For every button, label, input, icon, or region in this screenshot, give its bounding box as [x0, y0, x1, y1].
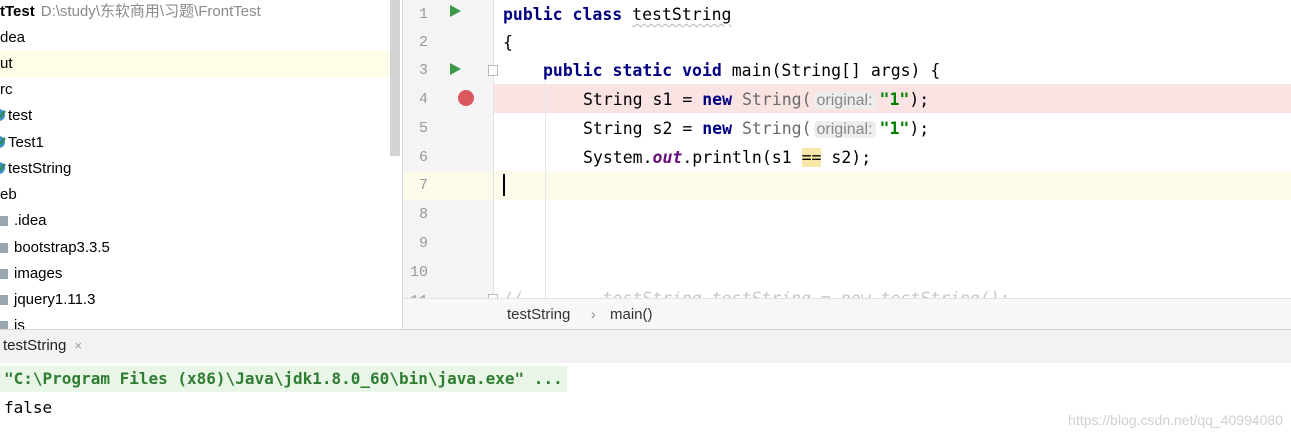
line-number: 2 — [418, 34, 428, 51]
breadcrumb-separator: › — [591, 306, 596, 322]
code-token: String( — [741, 90, 812, 109]
tree-item-web[interactable]: eb — [0, 182, 17, 208]
code-token: String( — [741, 119, 812, 138]
tree-item-label: ut — [0, 55, 13, 72]
line-number: 11 — [403, 287, 428, 298]
code-token: testString — [632, 5, 732, 24]
tree-item-label: eb — [0, 186, 17, 203]
line-number: 5 — [418, 120, 428, 137]
line-number: 10 — [409, 264, 428, 281]
tree-item-label: dea — [0, 29, 26, 46]
line-number: 6 — [418, 149, 428, 166]
indent-guide — [545, 80, 546, 298]
folder-icon — [0, 269, 8, 279]
code-token: { — [503, 33, 513, 52]
code-token: "1" — [879, 90, 910, 109]
breadcrumb-method[interactable]: main() — [610, 299, 653, 330]
line-number: 1 — [418, 6, 428, 23]
tree-item-idea[interactable]: dea — [0, 25, 25, 51]
tree-item-label: images — [14, 265, 63, 282]
caret-line-highlight — [403, 171, 1291, 200]
line-number: 9 — [418, 235, 428, 252]
tree-item-test1[interactable]: Test1 — [0, 130, 44, 156]
run-tab-bar — [0, 329, 1291, 363]
folder-icon — [0, 216, 8, 226]
breadcrumb: testString › main() — [403, 298, 1291, 329]
project-panel: tTest D:\study\东软商用\习题\FrontTest dea ut r… — [0, 0, 402, 329]
code-token: new — [702, 90, 733, 109]
code-token: "1" — [879, 119, 910, 138]
project-root-name: tTest — [0, 3, 35, 20]
text-caret — [503, 174, 505, 196]
tree-item-src[interactable]: rc — [0, 77, 13, 103]
code-token: .println(s1 — [682, 148, 802, 167]
run-class-icon[interactable] — [450, 5, 461, 17]
code-token: new — [702, 119, 733, 138]
folder-icon — [0, 243, 8, 253]
code-line-5[interactable]: String s2 = new String(original: "1"); — [583, 114, 929, 143]
java-class-icon — [0, 136, 6, 148]
code-line-3[interactable]: public static void main(String[] args) { — [543, 56, 940, 85]
breakpoint-icon[interactable] — [458, 90, 474, 106]
tree-item-jquery[interactable]: jquery1.11.3 — [0, 287, 95, 313]
tree-item-label: bootstrap3.3.5 — [14, 239, 110, 256]
line-number: 8 — [418, 206, 428, 223]
folder-icon — [0, 295, 8, 305]
parameter-hint: original: — [813, 92, 876, 109]
tree-item-test[interactable]: test — [0, 103, 32, 129]
code-token: ); — [909, 90, 930, 109]
close-icon[interactable]: × — [74, 338, 82, 353]
tree-item-label: js — [14, 317, 25, 329]
code-line-11: // testString testString = new testStrin… — [503, 284, 1010, 298]
tree-item-images[interactable]: images — [0, 261, 62, 287]
tree-item-out[interactable]: ut — [0, 51, 390, 77]
breadcrumb-class[interactable]: testString — [507, 299, 570, 330]
tree-item-idea-folder[interactable]: .idea — [0, 208, 47, 234]
run-tab[interactable]: testString × — [0, 333, 82, 359]
parameter-hint: original: — [813, 121, 876, 138]
tree-item-label: rc — [0, 81, 13, 98]
code-token: String s1 = — [583, 90, 703, 109]
tree-item-label: Test1 — [8, 134, 44, 151]
tree-item-bootstrap[interactable]: bootstrap3.3.5 — [0, 235, 110, 261]
run-tab-label: testString — [3, 337, 67, 354]
folder-icon — [0, 321, 8, 329]
tree-item-label: .idea — [14, 212, 47, 229]
code-token: public class — [503, 5, 623, 24]
line-number: 3 — [418, 62, 428, 79]
code-token: System. — [583, 148, 653, 167]
tree-item-js[interactable]: js — [0, 313, 25, 329]
line-number: 7 — [418, 177, 428, 194]
run-main-icon[interactable] — [450, 63, 461, 75]
java-class-icon — [0, 162, 6, 174]
tree-scrollbar[interactable] — [390, 0, 400, 156]
tree-item-label: testString — [8, 160, 72, 177]
tree-item-label: test — [8, 107, 33, 124]
code-token: String s2 = — [583, 119, 703, 138]
code-line-4[interactable]: String s1 = new String(original: "1"); — [583, 85, 929, 114]
tree-item-teststring[interactable]: testString — [0, 156, 71, 182]
code-line-1[interactable]: public class testString — [503, 0, 732, 29]
project-root-path: D:\study\东软商用\习题\FrontTest — [40, 3, 261, 20]
java-class-icon — [0, 109, 6, 121]
console-output: false — [4, 398, 53, 417]
line-number: 4 — [418, 91, 428, 108]
watermark: https://blog.csdn.net/qq_40994080 — [1068, 412, 1283, 428]
code-token: public static void — [543, 61, 722, 80]
code-token: main(String[] args) { — [731, 61, 941, 80]
code-token: s2); — [821, 148, 872, 167]
code-token: out — [652, 148, 683, 167]
matched-operator: == — [801, 148, 822, 167]
code-line-2[interactable]: { — [503, 28, 513, 57]
code-line-6[interactable]: System.out.println(s1 == s2); — [583, 143, 871, 172]
code-token: ); — [909, 119, 930, 138]
console-command-line: "C:\Program Files (x86)\Java\jdk1.8.0_60… — [0, 366, 567, 392]
project-root[interactable]: tTest D:\study\东软商用\习题\FrontTest — [0, 0, 261, 25]
fold-marker-icon[interactable] — [488, 65, 498, 76]
gutter-border — [493, 0, 494, 298]
tree-item-label: jquery1.11.3 — [14, 291, 96, 308]
